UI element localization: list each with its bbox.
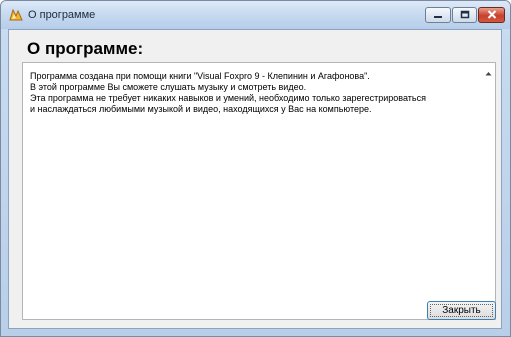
maximize-icon [460,6,470,24]
minimize-icon [433,6,443,24]
window-title: О программе [28,9,96,21]
title-bar[interactable]: О программе [1,1,510,29]
close-button[interactable]: Закрыть [427,301,496,320]
maximize-button[interactable] [452,7,477,23]
about-window: О программе О программе: Программа созда… [0,0,511,337]
close-icon [487,6,497,24]
page-title: О программе: [27,39,144,58]
about-text: Программа создана при помощи книги "Visu… [30,71,426,114]
close-window-button[interactable] [478,7,505,23]
app-logo-icon [8,8,24,23]
about-text-box[interactable]: Программа создана при помощи книги "Visu… [22,62,496,320]
scroll-up-arrow-icon [485,63,492,81]
minimize-button[interactable] [425,7,451,23]
dialog-body: О программе: Программа создана при помощ… [8,29,502,329]
scroll-up-button[interactable] [482,67,494,77]
